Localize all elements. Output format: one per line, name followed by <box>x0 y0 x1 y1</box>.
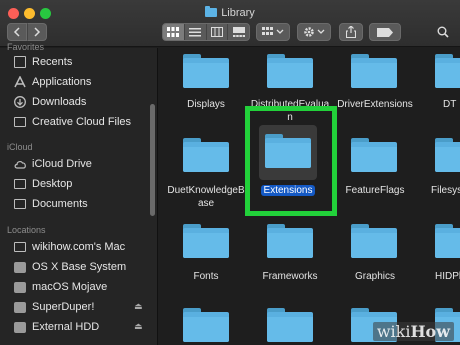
search-button[interactable] <box>430 23 456 41</box>
eject-icon[interactable]: ⏏ <box>134 301 143 312</box>
folder-label-featureflags: FeatureFlags <box>345 185 405 196</box>
folder-label-duetknowledgebase: DuetKnowledgeB ase <box>167 185 245 209</box>
forward-button[interactable] <box>27 23 47 41</box>
sidebar-item-desktop[interactable]: Desktop <box>14 175 72 193</box>
folder-grid: Displays DistributedEvalua n DriverExten… <box>159 48 460 345</box>
grid-icon <box>167 27 180 37</box>
list-icon <box>189 27 202 36</box>
cloud-icon <box>14 158 26 170</box>
group-grid-icon <box>262 27 284 35</box>
share-icon <box>346 26 356 38</box>
sidebar-header-locations: Locations <box>7 225 46 235</box>
folder-hidplugins[interactable] <box>435 224 460 258</box>
view-mode-control[interactable] <box>162 23 250 41</box>
desktop-icon <box>14 179 26 189</box>
folder-label-fonts: Fonts <box>193 271 219 282</box>
folder-label-hidplugins: HIDPl <box>435 271 460 282</box>
drive-icon <box>14 321 26 333</box>
sidebar-item-downloads[interactable]: Downloads <box>14 93 86 111</box>
sidebar-scrollbar[interactable] <box>150 104 155 216</box>
chevron-left-icon <box>13 27 20 37</box>
sidebar-item-icloud-drive[interactable]: iCloud Drive <box>14 155 92 173</box>
tags-button[interactable] <box>369 23 401 41</box>
share-button[interactable] <box>339 23 363 41</box>
folder-graphics[interactable] <box>351 224 397 258</box>
sidebar-item-applications[interactable]: Applications <box>14 73 91 91</box>
tag-icon <box>377 27 393 37</box>
list-view-button[interactable] <box>185 24 207 40</box>
chevron-right-icon <box>34 27 41 37</box>
icon-view-button[interactable] <box>163 24 185 40</box>
sidebar-item-recents[interactable]: Recents <box>14 53 72 71</box>
sidebar: Favorites Recents Applications Downloads… <box>0 42 158 345</box>
sidebar-item-documents[interactable]: Documents <box>14 195 88 213</box>
gear-icon <box>304 27 325 37</box>
back-button[interactable] <box>7 23 27 41</box>
sidebar-header-favorites: Favorites <box>7 42 45 52</box>
folder-frameworks[interactable] <box>267 224 313 258</box>
folder-row4-1[interactable] <box>183 308 229 342</box>
sidebar-item-superduper[interactable]: SuperDuper! <box>14 298 94 316</box>
folder-driverextensions[interactable] <box>351 54 397 88</box>
group-by-button[interactable] <box>256 23 290 41</box>
folder-dt[interactable] <box>435 54 460 88</box>
action-menu-button[interactable] <box>297 23 331 41</box>
applications-icon <box>14 75 26 88</box>
wikihow-watermark: wikiHow <box>372 322 454 341</box>
window-title: Library <box>0 6 460 19</box>
folder-label-driverextensions: DriverExtensions <box>337 99 413 110</box>
drive-icon <box>14 281 26 293</box>
folder-fonts[interactable] <box>183 224 229 258</box>
sidebar-item-external-hdd[interactable]: External HDD <box>14 318 99 336</box>
sidebar-header-icloud: iCloud <box>7 142 33 152</box>
computer-icon <box>14 242 26 252</box>
title-bar: Library <box>0 0 460 47</box>
folder-label-graphics: Graphics <box>354 271 395 282</box>
folder-label-frameworks: Frameworks <box>262 271 318 282</box>
folder-distributedevaluation[interactable] <box>267 54 313 88</box>
columns-icon <box>210 27 223 37</box>
folder-displays[interactable] <box>183 54 229 88</box>
folder-icon <box>205 6 218 17</box>
sidebar-item-macos-mojave[interactable]: macOS Mojave <box>14 278 107 296</box>
gallery-icon <box>232 27 245 37</box>
folder-filesystems[interactable] <box>435 138 460 172</box>
downloads-icon <box>14 96 26 108</box>
sidebar-item-creative-cloud-files[interactable]: Creative Cloud Files <box>14 113 131 131</box>
sidebar-item-mac[interactable]: wikihow.com's Mac <box>14 238 125 256</box>
highlight-box <box>245 106 337 216</box>
recents-icon <box>14 56 26 68</box>
document-icon <box>14 199 26 209</box>
column-view-button[interactable] <box>207 24 229 40</box>
gallery-view-button[interactable] <box>228 24 249 40</box>
search-icon <box>437 26 449 38</box>
folder-featureflags[interactable] <box>351 138 397 172</box>
folder-duetknowledgebase[interactable] <box>183 138 229 172</box>
folder-label-filesystems: Filesys <box>431 185 460 196</box>
drive-icon <box>14 301 26 313</box>
sidebar-item-os-x-base-system[interactable]: OS X Base System <box>14 258 126 276</box>
folder-label-dt: DT <box>443 99 457 110</box>
drive-icon <box>14 261 26 273</box>
eject-icon[interactable]: ⏏ <box>134 321 143 332</box>
folder-row4-2[interactable] <box>267 308 313 342</box>
folder-label-displays: Displays <box>187 99 225 110</box>
folder-icon <box>14 117 26 127</box>
